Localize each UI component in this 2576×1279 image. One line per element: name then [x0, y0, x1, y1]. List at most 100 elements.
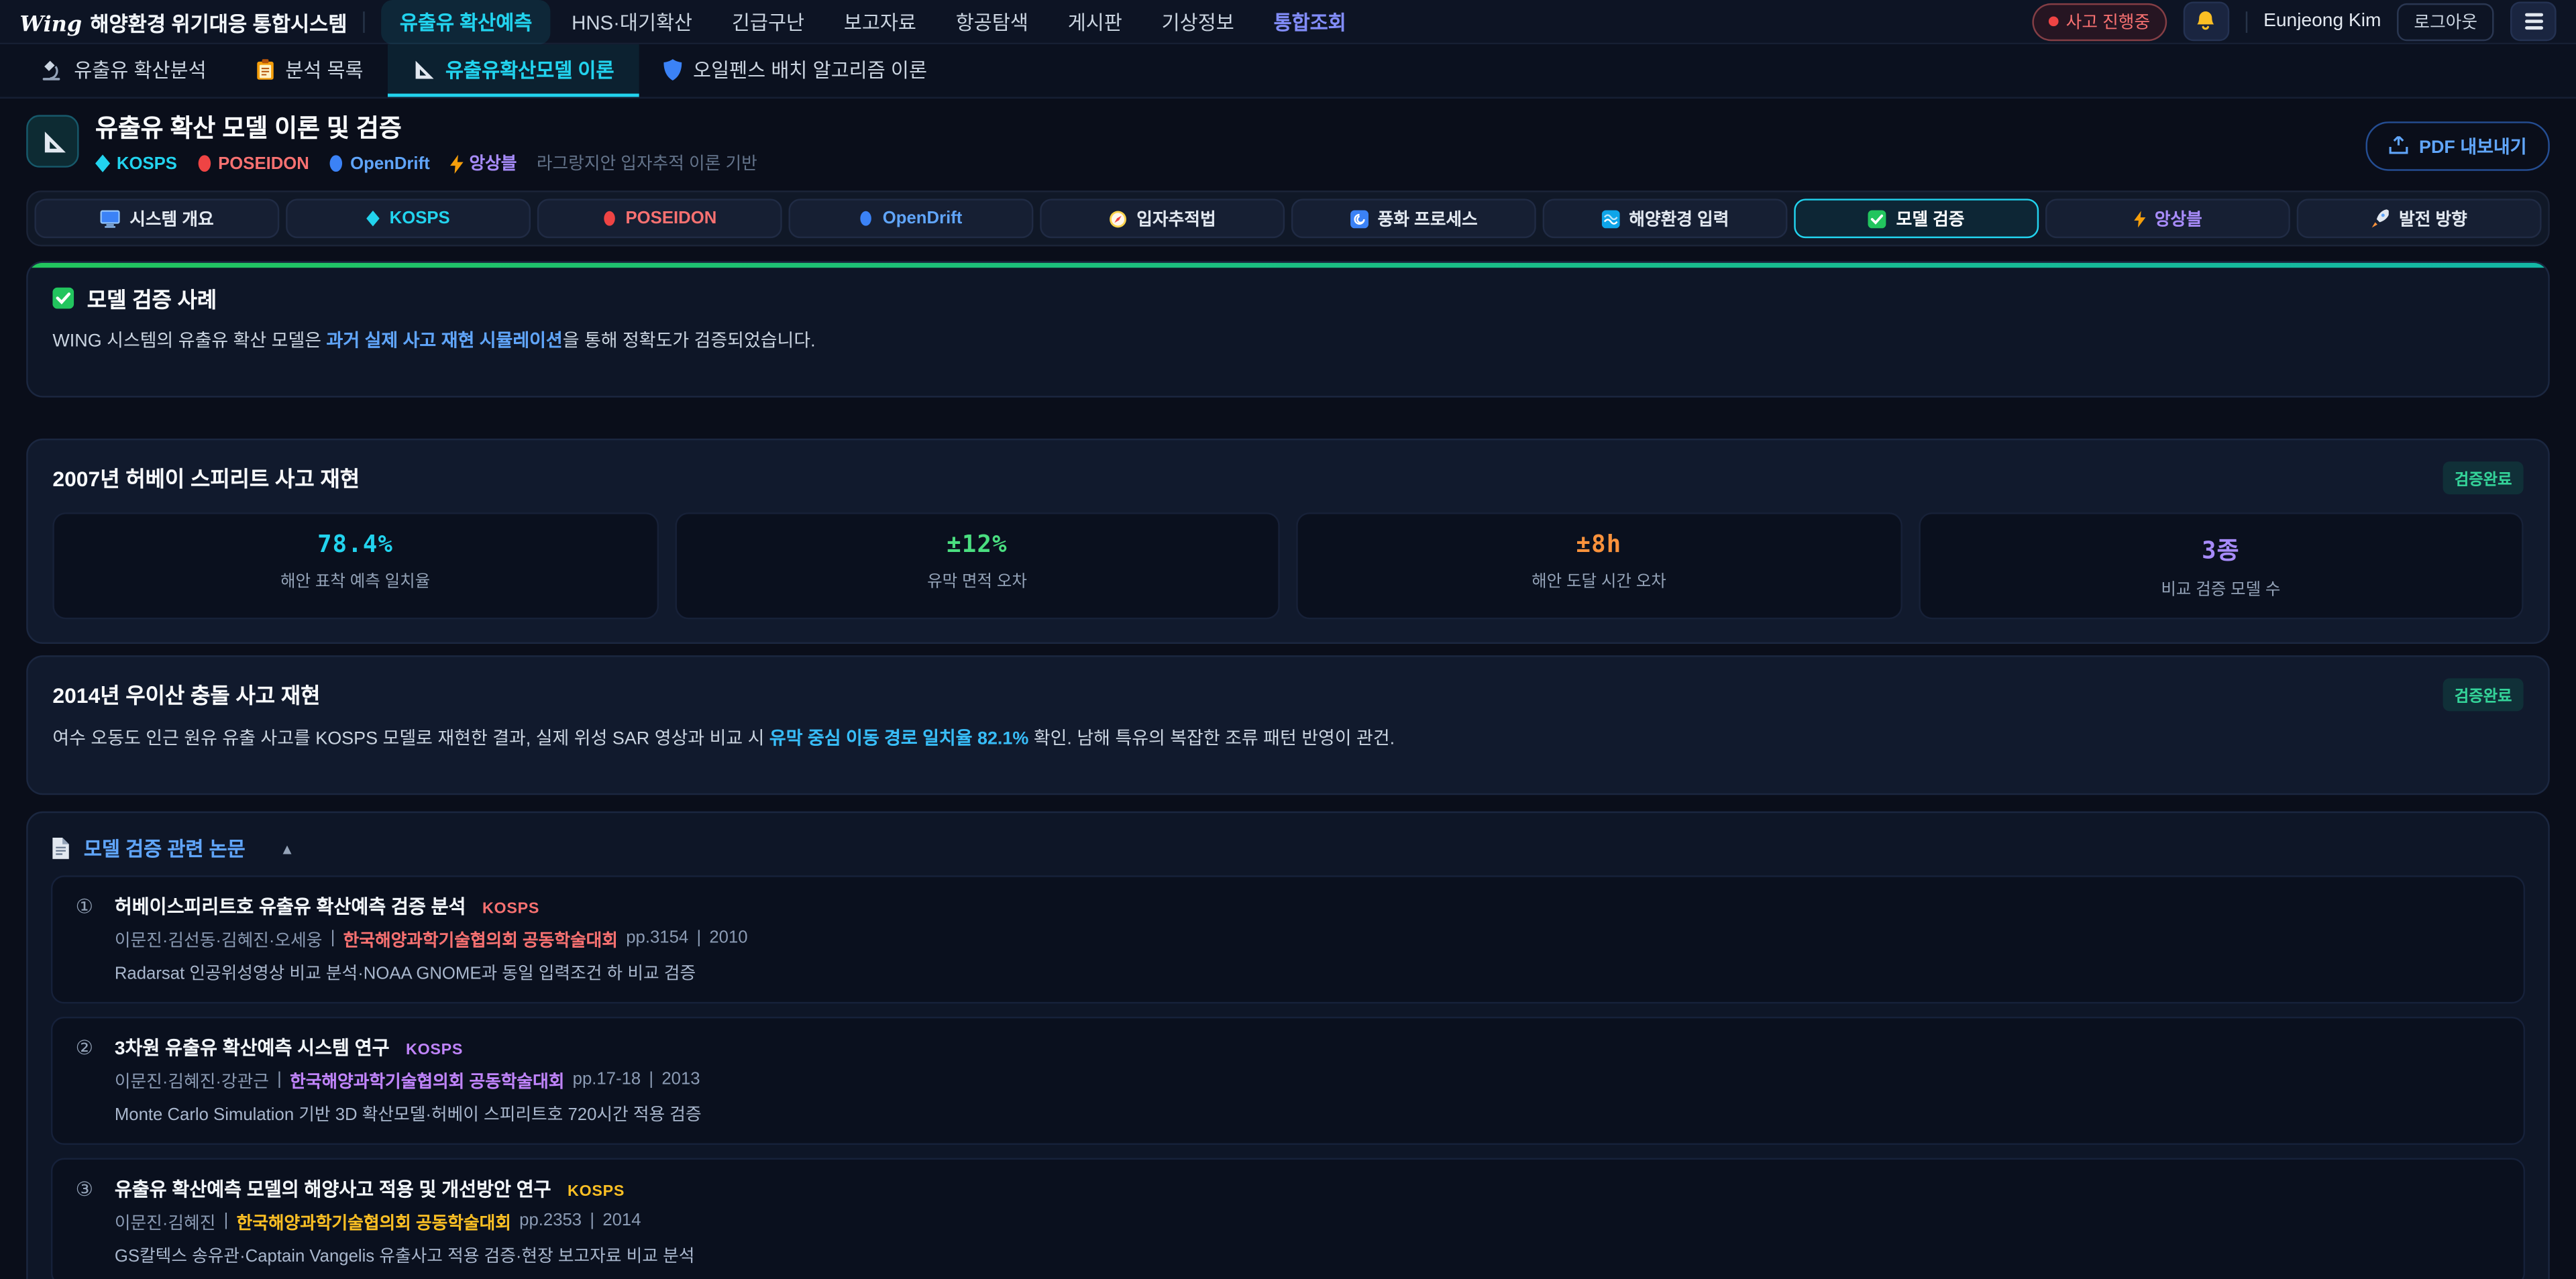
notification-button[interactable] [2183, 1, 2229, 41]
separator: | [277, 1070, 282, 1095]
paper-year: 2010 [709, 928, 747, 953]
tab-hns-atmospheric[interactable]: HNS·대기확산 [553, 0, 710, 44]
tab-board[interactable]: 게시판 [1050, 0, 1140, 44]
model-validation-summary-card: 모델 검증 사례 WING 시스템의 유출유 확산 모델은 과거 실제 사고 재… [26, 262, 2550, 397]
tab-weather-info[interactable]: 기상정보 [1144, 0, 1252, 44]
paper-body: 허베이스피리트호 유출유 확산예측 검증 분석KOSPS 이문진·김선동·김혜진… [115, 894, 2500, 986]
papers-collapse-header[interactable]: 모델 검증 관련 논문 ▲ [51, 835, 2525, 863]
subnav-label: 오일펜스 배치 알고리즘 이론 [693, 55, 927, 83]
paper-number: ② [76, 1037, 93, 1127]
tab-emergency-rescue[interactable]: 긴급구난 [714, 0, 822, 44]
section-tab-future-direction[interactable]: 발전 방향 [2297, 199, 2542, 239]
paper-year: 2013 [661, 1070, 700, 1095]
paper-item-3[interactable]: ③ 유출유 확산예측 모델의 해양사고 적용 및 개선방안 연구KOSPS 이문… [51, 1158, 2525, 1279]
paper-authors: 이문진·김선동·김혜진·오세웅 [115, 928, 323, 953]
paper-title: 허베이스피리트호 유출유 확산예측 검증 분석 [115, 894, 466, 920]
tab-aerial-search[interactable]: 항공탐색 [938, 0, 1046, 44]
badge-kosps: KOSPS [95, 154, 177, 174]
incident-in-progress-badge[interactable]: 사고 진행중 [2031, 3, 2166, 40]
section-tab-opendrift[interactable]: OpenDrift [789, 199, 1034, 239]
paper-number: ③ [76, 1178, 93, 1269]
subnav-analysis-list[interactable]: 분석 목록 [231, 44, 388, 97]
section-tab-weathering-process[interactable]: 풍화 프로세스 [1291, 199, 1536, 239]
checkbox-icon [1868, 210, 1886, 228]
tab-oil-spill-prediction[interactable]: 유출유 확산예측 [382, 0, 550, 44]
badge-ensemble: 앙상블 [449, 152, 517, 176]
section-tab-label: KOSPS [390, 209, 450, 229]
divider [2245, 11, 2247, 32]
paper-note: GS칼텍스 송유관·Captain Vangelis 유출사고 적용 검증·현장… [115, 1243, 2500, 1268]
section-tab-label: 해양환경 입력 [1629, 207, 1729, 231]
paper-authors: 이문진·김혜진·강관근 [115, 1070, 269, 1095]
paper-item-2[interactable]: ② 3차원 유출유 확산예측 시스템 연구KOSPS 이문진·김혜진·강관근|한… [51, 1017, 2525, 1146]
red-circle-icon [197, 155, 211, 173]
app-title: 해양환경 위기대응 통합시스템 [90, 6, 347, 38]
section-tab-label: 모델 검증 [1896, 207, 1965, 231]
subnav-diffusion-model-theory[interactable]: 유출유확산모델 이론 [388, 44, 639, 97]
stat-card-arrival-time-error: ±8h 해안 도달 시간 오차 [1296, 512, 1901, 618]
paper-body: 유출유 확산예측 모델의 해양사고 적용 및 개선방안 연구KOSPS 이문진·… [115, 1176, 2500, 1268]
stat-card-slick-area-error: ±12% 유막 면적 오차 [674, 512, 1279, 618]
section-tab-label: POSEIDON [626, 209, 717, 229]
section-tab-marine-env-input[interactable]: 해양환경 입력 [1543, 199, 1788, 239]
lightning-icon [2133, 210, 2145, 228]
paper-citation: 이문진·김선동·김혜진·오세웅|한국해양과학기술협의회 공동학술대회pp.315… [115, 928, 2500, 953]
badge-label: POSEIDON [218, 154, 309, 174]
section-tab-particle-tracking[interactable]: 입자추적법 [1040, 199, 1285, 239]
verified-badge: 검증완료 [2443, 461, 2524, 494]
badge-label: KOSPS [117, 154, 177, 174]
section-tab-model-validation[interactable]: 모델 검증 [1794, 199, 2039, 239]
verified-badge: 검증완료 [2443, 678, 2524, 711]
section-tab-ensemble[interactable]: 앙상블 [2045, 199, 2290, 239]
highlighted-text: 유막 중심 이동 경로 일치율 82.1% [769, 729, 1028, 748]
checkbox-icon [52, 288, 74, 309]
card-header: 모델 검증 사례 [52, 283, 2523, 315]
page-header-text: 유출유 확산 모델 이론 및 검증 KOSPS POSEIDON OpenDri… [95, 115, 757, 176]
paper-title: 유출유 확산예측 모델의 해양사고 적용 및 개선방안 연구 [115, 1176, 551, 1203]
section-tab-system-overview[interactable]: 시스템 개요 [34, 199, 279, 239]
main-tabs: 유출유 확산예측 HNS·대기확산 긴급구난 보고자료 항공탐색 게시판 기상정… [382, 0, 1364, 44]
compass-icon [1109, 210, 1127, 228]
badge-opendrift: OpenDrift [329, 154, 429, 174]
microscope-icon [41, 58, 62, 80]
separator: | [590, 1211, 594, 1236]
paper-body: 3차원 유출유 확산예측 시스템 연구KOSPS 이문진·김혜진·강관근|한국해… [115, 1035, 2500, 1127]
badge-poseidon: POSEIDON [197, 154, 309, 174]
tab-reports[interactable]: 보고자료 [826, 0, 934, 44]
paper-note: Radarsat 인공위성영상 비교 분석·NOAA GNOME과 동일 입력조… [115, 961, 2500, 986]
app-logo[interactable]: Wing 해양환경 위기대응 통합시스템 [19, 6, 347, 38]
badge-label: 앙상블 [469, 152, 517, 176]
paper-venue: 한국해양과학기술협의회 공동학술대회 [290, 1070, 564, 1095]
stat-label: 해안 표착 예측 일치율 [67, 566, 643, 591]
highlighted-text: 과거 실제 사고 재현 시뮬레이션 [327, 332, 563, 351]
menu-button[interactable] [2510, 1, 2557, 41]
section-tab-poseidon[interactable]: POSEIDON [537, 199, 782, 239]
export-icon [2390, 137, 2409, 155]
paper-model-tag: KOSPS [406, 1042, 463, 1060]
stat-value: 78.4% [67, 532, 643, 558]
subnav-oil-fence-algorithm-theory[interactable]: 오일펜스 배치 알고리즘 이론 [639, 44, 951, 97]
text: 을 통해 정확도가 검증되었습니다. [563, 332, 816, 351]
paper-item-1[interactable]: ① 허베이스피리트호 유출유 확산예측 검증 분석KOSPS 이문진·김선동·김… [51, 876, 2525, 1004]
text: WING 시스템의 유출유 확산 모델은 [52, 332, 326, 351]
case-header: 2014년 우이산 충돌 사고 재현 검증완료 [52, 678, 2523, 711]
lightning-icon [449, 154, 463, 174]
paper-venue: 한국해양과학기술협의회 공동학술대회 [237, 1211, 511, 1236]
separator: | [224, 1211, 229, 1236]
paper-year: 2014 [602, 1211, 641, 1236]
blue-circle-icon [329, 155, 343, 173]
tab-integrated-search[interactable]: 통합조회 [1256, 0, 1364, 44]
incident-badge-label: 사고 진행중 [2066, 9, 2150, 34]
subnav-spill-analysis[interactable]: 유출유 확산분석 [16, 44, 231, 97]
section-tab-label: 발전 방향 [2399, 207, 2467, 231]
section-tab-kosps[interactable]: KOSPS [286, 199, 531, 239]
document-icon [51, 838, 69, 860]
logout-button[interactable]: 로그아웃 [2398, 3, 2494, 40]
stat-card-model-count: 3종 비교 검증 모델 수 [1918, 512, 2523, 618]
paper-citation: 이문진·김혜진·강관근|한국해양과학기술협의회 공동학술대회pp.17-18|2… [115, 1070, 2500, 1095]
validation-description: WING 시스템의 유출유 확산 모델은 과거 실제 사고 재현 시뮬레이션을 … [52, 329, 2523, 355]
pdf-export-button[interactable]: PDF 내보내기 [2367, 121, 2550, 170]
paper-pages: pp.17-18 [573, 1070, 641, 1095]
text: 확인. 남해 특유의 복잡한 조류 패턴 반영이 관건. [1028, 729, 1395, 748]
stat-label: 해안 도달 시간 오차 [1311, 566, 1886, 591]
